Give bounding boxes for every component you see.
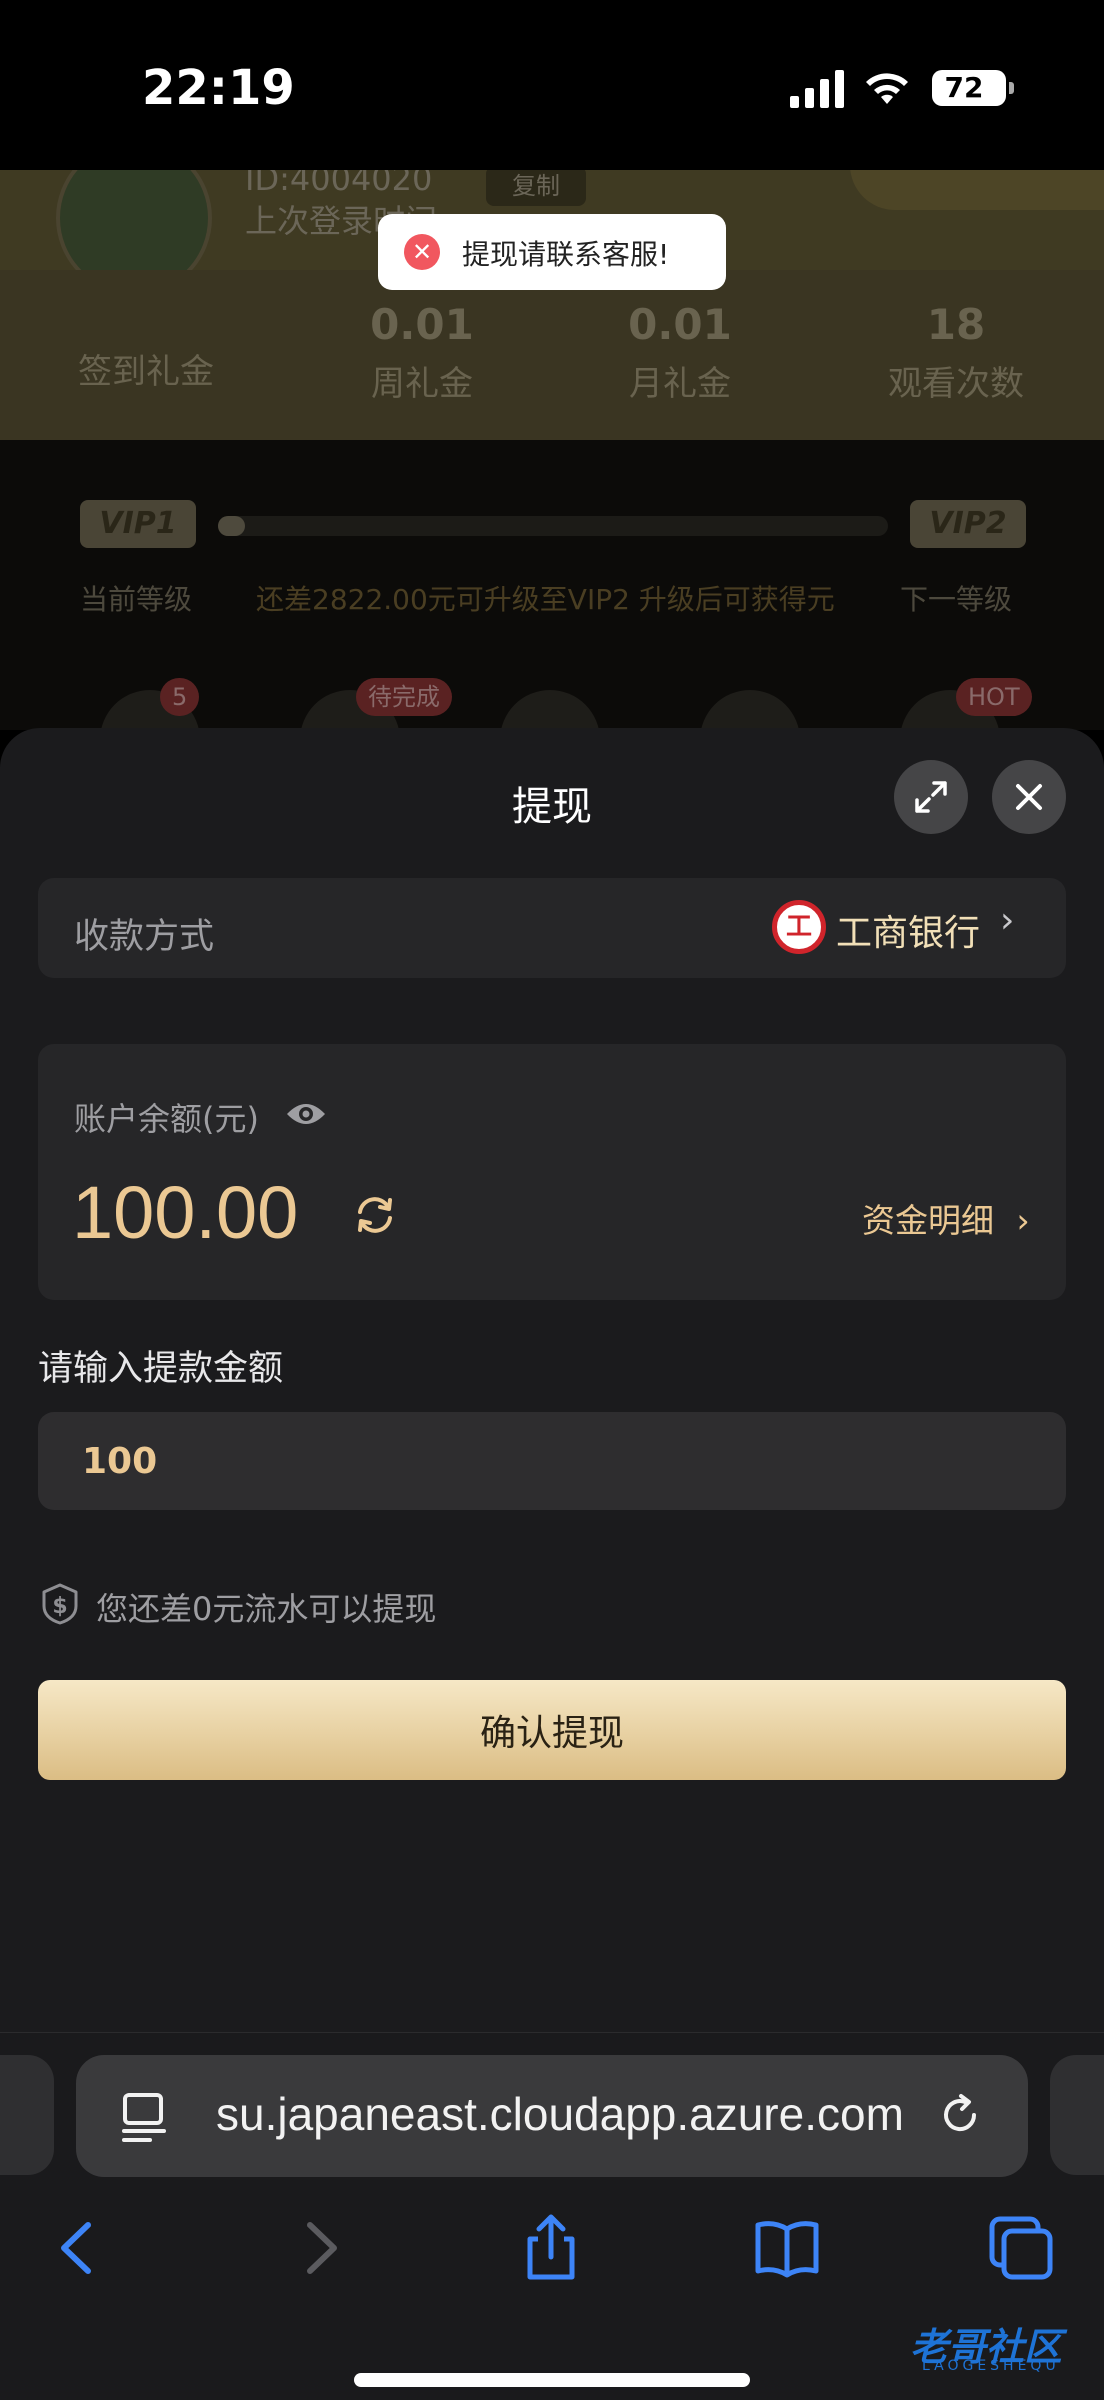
turnover-hint: 您还差0元流水可以提现: [96, 1590, 437, 1628]
fund-details-link[interactable]: 资金明细 ›: [862, 1194, 1030, 1242]
dollar-coin-icon: $: [42, 1583, 78, 1625]
withdraw-amount-input[interactable]: [38, 1412, 1066, 1510]
url-text: su.japaneast.cloudapp.azure.com: [216, 2088, 904, 2140]
share-icon[interactable]: [516, 2213, 586, 2283]
home-indicator: [354, 2373, 750, 2387]
battery-icon: 72: [932, 70, 1014, 106]
stat-value: 18: [926, 300, 986, 349]
icbc-logo-icon: [772, 900, 826, 954]
status-bar: 22:19 72: [0, 0, 1104, 170]
vip-current-badge: VIP1: [80, 500, 196, 548]
user-id: ID:4004020: [245, 170, 433, 198]
payment-method-label: 收款方式: [74, 917, 215, 957]
toast-message: 提现请联系客服!: [462, 238, 670, 271]
stat-checkin: 签到礼金: [36, 300, 256, 393]
vip-progress-fill: [218, 516, 245, 536]
stat-monthly: 0.01 月礼金: [570, 300, 790, 405]
chevron-right-icon: ›: [1000, 900, 1015, 941]
address-bar[interactable]: su.japaneast.cloudapp.azure.com: [76, 2055, 1028, 2177]
profile-header: ID:4004020 复制 上次登录时间: 签到礼金 0.01 周礼金 0.01…: [0, 170, 1104, 440]
fund-details-label: 资金明细: [862, 1201, 994, 1240]
vip-current-label: 当前等级: [80, 583, 193, 616]
cellular-signal-icon: [790, 70, 844, 108]
reload-icon[interactable]: [938, 2093, 984, 2139]
menu-icon-3: [500, 690, 600, 730]
stat-weekly: 0.01 周礼金: [312, 300, 532, 405]
count-badge: 5: [160, 678, 200, 716]
stat-label: 月礼金: [629, 364, 731, 404]
error-toast: ✕ 提现请联系客服!: [378, 214, 726, 290]
stat-value: 0.01: [370, 300, 474, 349]
close-icon: [1016, 784, 1042, 810]
balance-card: 账户余额(元) 100.00 资金明细 ›: [38, 1044, 1066, 1300]
refresh-icon[interactable]: [350, 1190, 400, 1240]
forward-icon[interactable]: [284, 2213, 354, 2283]
balance-label: 账户余额(元): [74, 1100, 259, 1138]
stat-value: 0.01: [628, 300, 732, 349]
pending-badge: 待完成: [356, 678, 452, 716]
stat-label: 周礼金: [371, 364, 473, 404]
expand-icon: [915, 781, 947, 813]
vip-next-label: 下一等级: [900, 583, 1013, 616]
close-button[interactable]: [992, 760, 1066, 834]
wifi-icon: [866, 73, 908, 104]
reader-page-icon[interactable]: [120, 2091, 168, 2143]
bank-name: 工商银行: [836, 913, 981, 954]
back-icon[interactable]: [44, 2213, 114, 2283]
bookmarks-icon[interactable]: [752, 2213, 822, 2283]
payment-method-row[interactable]: 收款方式 工商银行 ›: [38, 878, 1066, 978]
vip-next-badge: VIP2: [910, 500, 1026, 548]
expand-button[interactable]: [894, 760, 968, 834]
menu-icon-4: [700, 690, 800, 730]
balance-amount: 100.00: [72, 1171, 299, 1254]
tabs-icon[interactable]: [986, 2213, 1056, 2283]
status-time: 22:19: [142, 60, 295, 116]
copy-id-button: 复制: [486, 170, 586, 206]
stat-label: 观看次数: [888, 364, 1024, 404]
withdraw-sheet: 提现 收款方式 工商银行 › 账户余额(元) 100.00 资: [0, 728, 1104, 2032]
chevron-right-icon: ›: [1016, 1201, 1030, 1240]
amount-label: 请输入提款金额: [38, 1349, 284, 1389]
eye-icon[interactable]: [284, 1094, 328, 1134]
hot-badge: HOT: [956, 678, 1032, 716]
header-action-pill: [850, 170, 1104, 210]
vip-progress-bar: [218, 516, 888, 536]
svg-text:$: $: [52, 1594, 67, 1619]
confirm-withdraw-button[interactable]: 确认提现: [38, 1680, 1066, 1780]
stat-value: [36, 300, 256, 350]
stats-row: 签到礼金 0.01 周礼金 0.01 月礼金 18 观看次数: [0, 270, 1104, 440]
previous-tab-preview[interactable]: [0, 2055, 54, 2175]
battery-level: 72: [944, 71, 984, 104]
vip-progress-text: 还差2822.00元可升级至VIP2 升级后可获得元: [256, 583, 835, 616]
next-tab-preview[interactable]: [1050, 2055, 1104, 2175]
watermark-logo: 老哥社区 LAOGESHEQU: [862, 2300, 1092, 2380]
stat-label: 签到礼金: [78, 352, 214, 392]
error-icon: ✕: [404, 234, 440, 270]
watermark-subtext: LAOGESHEQU: [922, 2358, 1060, 2374]
stat-views: 18 观看次数: [846, 300, 1066, 405]
